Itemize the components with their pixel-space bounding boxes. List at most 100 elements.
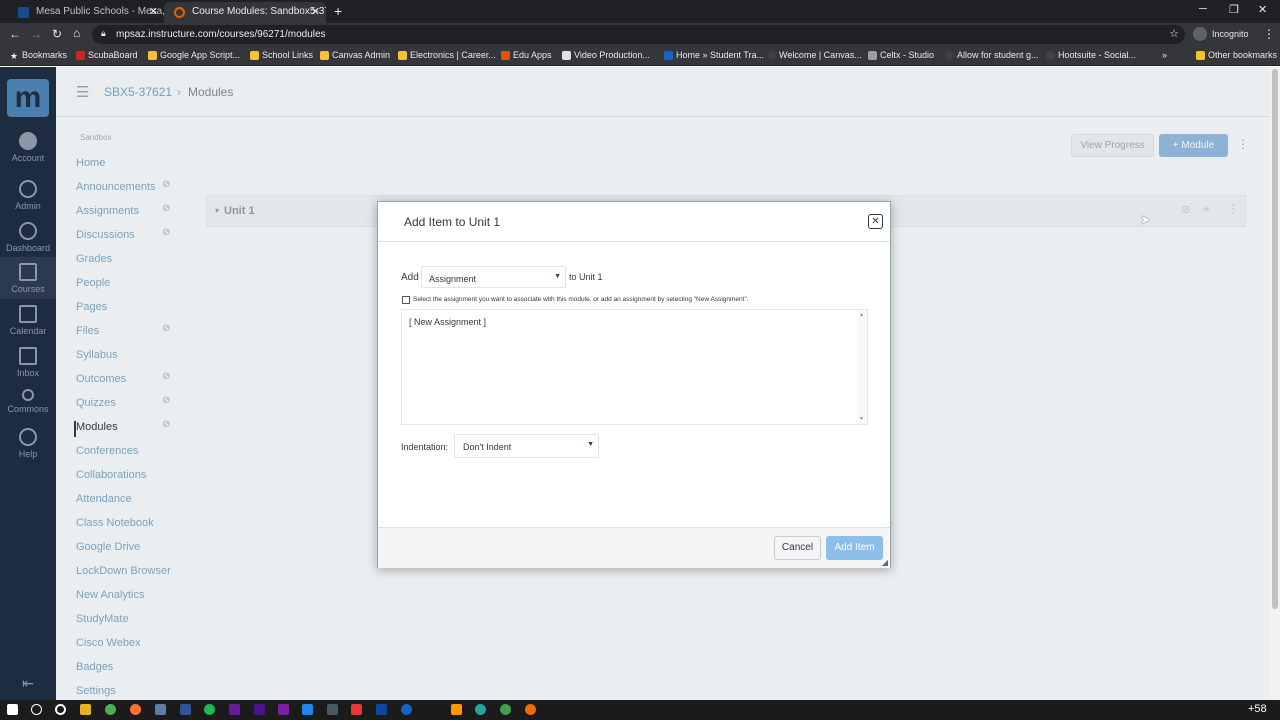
view-progress-button[interactable]: View Progress	[1071, 134, 1154, 157]
course-nav-cisco-webex[interactable]: Cisco Webex	[76, 637, 176, 653]
video-app-icon[interactable]	[351, 704, 362, 715]
course-nav-lockdown-browser[interactable]: LockDown Browser	[76, 565, 176, 581]
forward-arrow-icon[interactable]: →	[30, 27, 42, 41]
close-window-icon[interactable]: ✕	[1258, 3, 1267, 16]
course-nav-class-notebook[interactable]: Class Notebook	[76, 517, 176, 533]
course-nav-files[interactable]: Files ⊘	[76, 323, 176, 341]
lightroom-icon[interactable]	[302, 704, 313, 715]
kebab-menu-icon[interactable]: ⋮	[1237, 137, 1249, 151]
add-item-plus-icon[interactable]: +	[1203, 202, 1210, 216]
scrollbar-thumb[interactable]	[1272, 69, 1278, 609]
bookmark-celtx-studio[interactable]: Celtx - Studio	[868, 50, 934, 60]
nav-account[interactable]: Account	[0, 132, 56, 163]
breadcrumb-course[interactable]: SBX5-37621	[104, 85, 172, 99]
bookmark-edu-apps[interactable]: Edu Apps	[501, 50, 552, 60]
course-nav-people[interactable]: People	[76, 277, 176, 293]
course-nav-modules[interactable]: Modules ⊘	[74, 419, 174, 437]
bookmark-school-links[interactable]: School Links	[250, 50, 313, 60]
bookmark-welcome-canvas[interactable]: Welcome | Canvas...	[767, 50, 862, 60]
bookmark-canvas-admin[interactable]: Canvas Admin	[320, 50, 390, 60]
course-nav-attendance[interactable]: Attendance	[76, 493, 176, 509]
course-nav-syllabus[interactable]: Syllabus	[76, 349, 176, 365]
bookmark-student-tra[interactable]: Home » Student Tra...	[664, 50, 764, 60]
resize-grip-icon[interactable]: ◢	[882, 558, 888, 567]
close-tab-icon[interactable]: ✕	[149, 5, 158, 18]
course-nav-announcements[interactable]: Announcements ⊘	[76, 179, 176, 197]
after-effects-icon[interactable]	[254, 704, 265, 715]
add-module-button[interactable]: + Module	[1159, 134, 1228, 157]
course-nav-discussions[interactable]: Discussions ⊘	[76, 227, 176, 245]
tab-mesa-public-schools[interactable]: Mesa Public Schools - Mesa, Ariz ✕	[8, 2, 164, 23]
active-app-icon[interactable]	[451, 704, 462, 715]
editor-icon[interactable]	[376, 704, 387, 715]
course-nav-grades[interactable]: Grades	[76, 253, 176, 269]
close-dialog-icon[interactable]: ✕	[868, 214, 883, 229]
list-item-new-assignment[interactable]: [ New Assignment ]	[409, 317, 486, 327]
hamburger-menu-icon[interactable]: ☰	[76, 83, 89, 101]
cancel-button[interactable]: Cancel	[774, 536, 821, 560]
notification-count[interactable]: +58	[1248, 703, 1267, 715]
list-scrollbar[interactable]: ▲ ▼	[857, 310, 867, 424]
nav-help[interactable]: Help	[0, 428, 56, 459]
new-tab-button[interactable]: +	[334, 3, 342, 19]
school-logo[interactable]: m	[7, 79, 49, 117]
chrome-profile-icon[interactable]	[500, 704, 511, 715]
course-nav-outcomes[interactable]: Outcomes ⊘	[76, 371, 176, 389]
collapse-caret-icon[interactable]: ▾	[215, 206, 219, 215]
spotify-icon[interactable]	[204, 704, 215, 715]
nav-calendar[interactable]: Calendar	[0, 305, 56, 336]
course-nav-quizzes[interactable]: Quizzes ⊘	[76, 395, 176, 413]
file-explorer-icon[interactable]	[80, 704, 91, 715]
home-icon[interactable]: ⌂	[73, 26, 80, 40]
bookmark-electronics-career[interactable]: Electronics | Career...	[398, 50, 496, 60]
bookmark-allow-student[interactable]: Allow for student g...	[945, 50, 1039, 60]
indentation-select[interactable]: Don't Indent ▼	[454, 434, 599, 458]
add-item-button[interactable]: Add Item	[826, 536, 883, 560]
course-nav-new-analytics[interactable]: New Analytics	[76, 589, 176, 605]
sync-app-icon[interactable]	[401, 704, 412, 715]
app-icon[interactable]	[327, 704, 338, 715]
item-type-select[interactable]: Assignment ▼	[421, 266, 566, 288]
course-nav-google-drive[interactable]: Google Drive	[76, 541, 176, 557]
assignment-list[interactable]: [ New Assignment ] ▲ ▼	[401, 309, 868, 425]
collapse-nav-icon[interactable]: ⇤	[0, 675, 56, 692]
incognito-label[interactable]: Incognito	[1212, 29, 1249, 39]
course-nav-home[interactable]: Home	[76, 157, 176, 173]
course-nav-assignments[interactable]: Assignments ⊘	[76, 203, 176, 221]
course-nav-conferences[interactable]: Conferences	[76, 445, 176, 461]
minimize-window-icon[interactable]: ─	[1199, 3, 1207, 15]
star-bookmark-icon[interactable]: ☆	[1169, 27, 1179, 40]
course-nav-pages[interactable]: Pages	[76, 301, 176, 317]
windows-start-icon[interactable]	[7, 704, 18, 715]
nav-commons[interactable]: Commons	[0, 389, 56, 414]
back-arrow-icon[interactable]: ←	[9, 27, 21, 41]
nav-inbox[interactable]: Inbox	[0, 347, 56, 378]
nav-dashboard[interactable]: Dashboard	[0, 222, 56, 253]
scroll-down-icon[interactable]: ▼	[859, 416, 864, 422]
bookmark-other[interactable]: Other bookmarks	[1196, 50, 1277, 60]
vscode-icon[interactable]	[180, 704, 191, 715]
nav-admin[interactable]: Admin	[0, 180, 56, 211]
premiere-rush-icon[interactable]	[278, 704, 289, 715]
module-options-icon[interactable]: ⋮	[1227, 202, 1239, 216]
chrome-icon[interactable]	[105, 704, 116, 715]
bookmark-google-app-script[interactable]: Google App Script...	[148, 50, 240, 60]
bookmark-hootsuite[interactable]: Hootsuite - Social...	[1046, 50, 1136, 60]
bookmark-video-production[interactable]: Video Production...	[562, 50, 650, 60]
restore-window-icon[interactable]: ❐	[1229, 3, 1239, 16]
premiere-icon[interactable]	[229, 704, 240, 715]
close-tab-icon[interactable]: ✕	[311, 5, 320, 18]
tab-course-modules[interactable]: Course Modules: Sandbox5-376 ✕	[164, 2, 326, 23]
chrome-canary-icon[interactable]	[525, 704, 536, 715]
bookmark-scubaboard[interactable]: ScubaBoard	[76, 50, 138, 60]
search-icon[interactable]	[31, 704, 42, 715]
course-nav-settings[interactable]: Settings	[76, 685, 176, 701]
publish-status-icon[interactable]: ⊘	[1181, 203, 1190, 216]
bookmarks-star[interactable]: ★ Bookmarks	[10, 50, 67, 61]
scroll-up-icon[interactable]: ▲	[859, 312, 864, 318]
cortana-icon[interactable]	[55, 704, 66, 715]
firefox-icon[interactable]	[130, 704, 141, 715]
nav-courses[interactable]: Courses	[0, 257, 56, 299]
steam-icon[interactable]	[155, 704, 166, 715]
more-bookmarks-chevron[interactable]: »	[1162, 50, 1167, 60]
